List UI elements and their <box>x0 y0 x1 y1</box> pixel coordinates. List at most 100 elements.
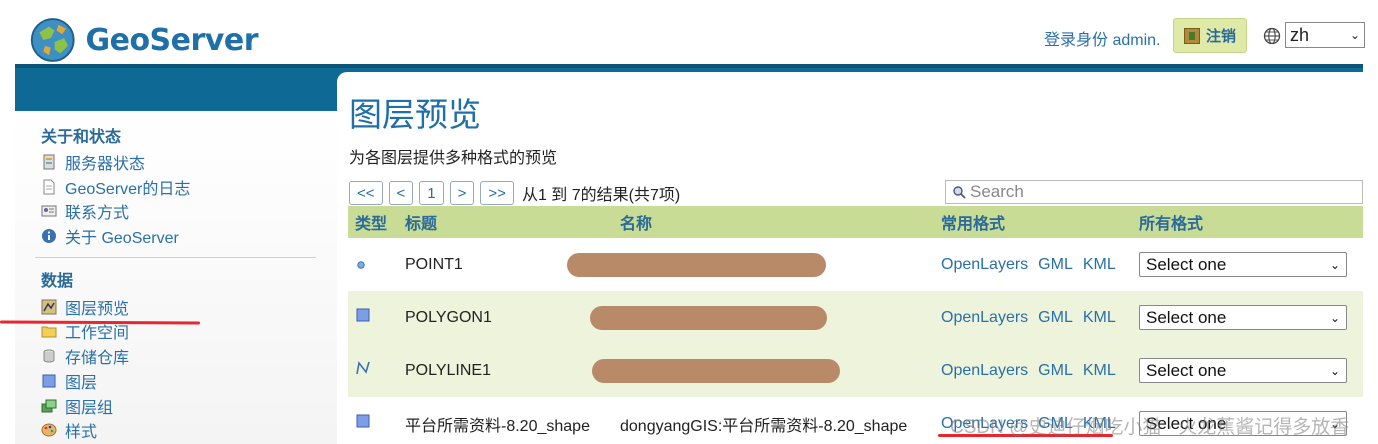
openlayers-link[interactable]: OpenLayers <box>941 362 1028 380</box>
sidebar-item-layer-groups[interactable]: 图层组 <box>41 395 113 417</box>
search-placeholder: Search <box>970 182 1024 201</box>
pager-page-button[interactable]: 1 <box>419 181 444 205</box>
kml-link[interactable]: KML <box>1083 256 1116 274</box>
sidebar-item-label: 存储仓库 <box>65 350 130 367</box>
language-value: zh <box>1290 24 1310 45</box>
openlayers-link[interactable]: OpenLayers <box>941 256 1028 274</box>
format-select-value: Select one <box>1146 307 1227 327</box>
search-input[interactable]: Search <box>945 180 1363 204</box>
login-status: 登录身份 admin. <box>1044 32 1161 49</box>
redaction-mark <box>590 305 827 330</box>
layer-title: POINT1 <box>405 255 463 273</box>
logout-label: 注销 <box>1205 28 1236 45</box>
layer-title: POLYGON1 <box>405 308 492 326</box>
column-header-common-formats: 常用格式 <box>941 216 1006 233</box>
polygon-icon <box>355 307 371 328</box>
format-select-value: Select one <box>1146 360 1227 380</box>
format-select[interactable]: Select one ⌄ <box>1139 305 1347 330</box>
sidebar-item-label: 联系方式 <box>65 205 130 222</box>
kml-link[interactable]: KML <box>1083 362 1116 380</box>
watermark: CSDN @史迪仔烟吃小猫 · 火龙蕉酱记得多放香 <box>950 417 1350 438</box>
pager-first-button[interactable]: << <box>349 181 383 205</box>
gml-link[interactable]: GML <box>1038 309 1073 327</box>
geoserver-logo[interactable]: GeoServer <box>28 12 258 68</box>
database-icon <box>43 349 55 363</box>
format-links: OpenLayers GML KML <box>941 309 1116 327</box>
logout-button[interactable]: 注销 <box>1173 18 1247 53</box>
server-status-icon <box>43 154 55 170</box>
sidebar-heading-about: 关于和状态 <box>41 129 122 146</box>
layer-icon <box>42 374 56 388</box>
sidebar: 关于和状态 服务器状态 GeoServer的日志 联系方式 关于 GeoServ… <box>15 111 337 444</box>
chevron-down-icon: ⌄ <box>1329 363 1340 378</box>
table-header: 类型 标题 名称 常用格式 所有格式 <box>348 206 1363 238</box>
sidebar-heading-data: 数据 <box>41 273 74 290</box>
sidebar-item-stores[interactable]: 存储仓库 <box>41 345 129 367</box>
sidebar-item-label: 关于 GeoServer <box>65 230 179 247</box>
layer-table: 类型 标题 名称 常用格式 所有格式 POINT1 OpenLayers GML… <box>348 206 1363 444</box>
gml-link[interactable]: GML <box>1038 362 1073 380</box>
polyline-icon <box>355 360 371 381</box>
table-row: POINT1 OpenLayers GML KML Select one ⌄ <box>348 238 1363 291</box>
search-icon <box>953 186 966 199</box>
log-file-icon <box>43 179 55 195</box>
page-description: 为各图层提供多种格式的预览 <box>349 150 558 167</box>
pager-prev-button[interactable]: < <box>388 181 414 205</box>
logout-icon <box>1183 27 1200 44</box>
info-icon <box>42 229 56 243</box>
format-links: OpenLayers GML KML <box>941 362 1116 380</box>
kml-link[interactable]: KML <box>1083 309 1116 327</box>
sidebar-item-label: 样式 <box>65 424 98 441</box>
pager-next-button[interactable]: > <box>449 181 475 205</box>
redaction-mark <box>592 358 840 383</box>
sidebar-item-label: 服务器状态 <box>65 156 146 173</box>
logo-text: GeoServer <box>85 22 258 58</box>
layer-title: POLYLINE1 <box>405 361 491 379</box>
sidebar-item-layer-preview[interactable]: 图层预览 <box>41 296 129 318</box>
palette-icon <box>41 423 57 437</box>
sidebar-item-about-geoserver[interactable]: 关于 GeoServer <box>41 225 179 247</box>
polygon-icon <box>355 413 371 434</box>
chevron-down-icon: ⌄ <box>1329 257 1340 272</box>
format-links: OpenLayers GML KML <box>941 256 1116 274</box>
language-select[interactable]: zh ⌄ <box>1285 22 1365 48</box>
table-row: POLYLINE1 OpenLayers GML KML Select one … <box>348 344 1363 397</box>
point-icon <box>357 256 365 274</box>
pager-summary: 从1 到 7的结果(共7项) <box>521 187 681 204</box>
pagination: << < 1 > >> 从1 到 7的结果(共7项) <box>349 180 680 206</box>
layer-name: dongyangGIS:平台所需资料-8.20_shape <box>620 417 908 435</box>
sidebar-item-label: 图层组 <box>65 400 114 417</box>
globe-icon <box>1263 27 1281 45</box>
layer-group-icon <box>41 399 57 413</box>
sidebar-item-contact[interactable]: 联系方式 <box>41 200 129 222</box>
sidebar-item-log[interactable]: GeoServer的日志 <box>41 176 190 198</box>
sidebar-item-label: GeoServer的日志 <box>65 181 191 198</box>
page-title: 图层预览 <box>349 95 481 134</box>
format-select[interactable]: Select one ⌄ <box>1139 252 1347 277</box>
sidebar-item-label: 图层 <box>65 375 98 392</box>
pager-last-button[interactable]: >> <box>480 181 514 205</box>
main-panel: 图层预览 为各图层提供多种格式的预览 << < 1 > >> 从1 到 7的结果… <box>337 72 1363 444</box>
sidebar-divider <box>35 257 316 258</box>
sidebar-item-label: 图层预览 <box>65 301 130 318</box>
contact-card-icon <box>41 205 57 217</box>
redaction-mark <box>567 252 826 277</box>
column-header-title[interactable]: 标题 <box>405 210 437 234</box>
folder-icon <box>41 326 57 338</box>
column-header-all-formats: 所有格式 <box>1139 216 1204 233</box>
header: GeoServer 登录身份 admin. 注销 zh ⌄ <box>0 0 1378 64</box>
layer-title: 平台所需资料-8.20_shape <box>405 417 590 435</box>
column-header-name[interactable]: 名称 <box>620 210 652 234</box>
column-header-type[interactable]: 类型 <box>355 210 387 234</box>
globe-logo-icon <box>30 18 75 62</box>
sidebar-item-styles[interactable]: 样式 <box>41 419 97 441</box>
chevron-down-icon: ⌄ <box>1349 28 1360 42</box>
chevron-down-icon: ⌄ <box>1329 310 1340 325</box>
format-select-value: Select one <box>1146 254 1227 274</box>
sidebar-item-server-status[interactable]: 服务器状态 <box>41 151 145 173</box>
format-select[interactable]: Select one ⌄ <box>1139 358 1347 383</box>
openlayers-link[interactable]: OpenLayers <box>941 309 1028 327</box>
gml-link[interactable]: GML <box>1038 256 1073 274</box>
table-row: POLYGON1 OpenLayers GML KML Select one ⌄ <box>348 291 1363 344</box>
sidebar-item-layers[interactable]: 图层 <box>41 370 97 392</box>
